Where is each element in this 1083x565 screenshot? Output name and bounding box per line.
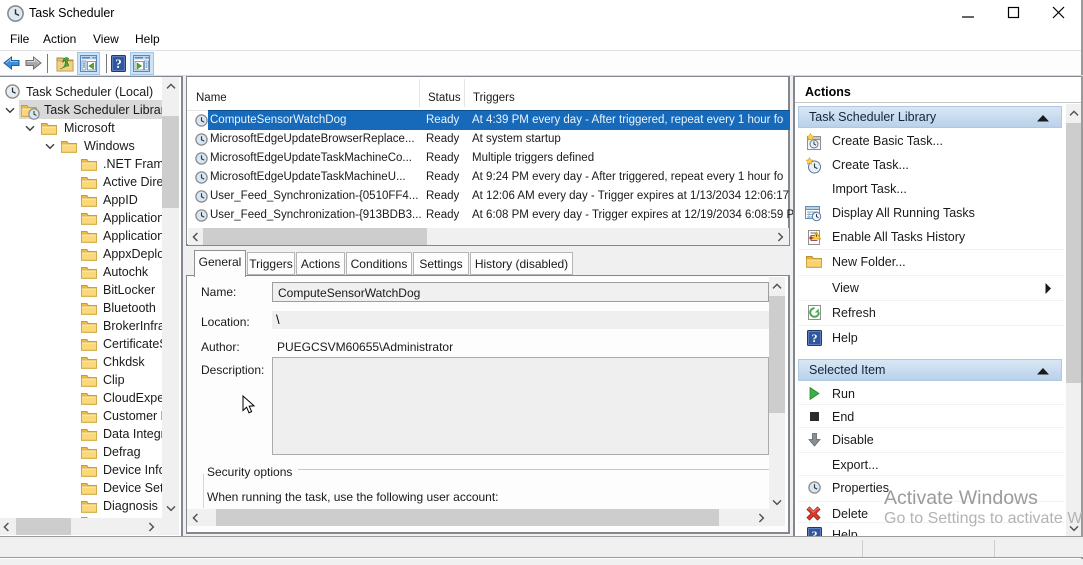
- svg-text:?: ?: [115, 56, 122, 71]
- svg-text:?: ?: [812, 331, 818, 345]
